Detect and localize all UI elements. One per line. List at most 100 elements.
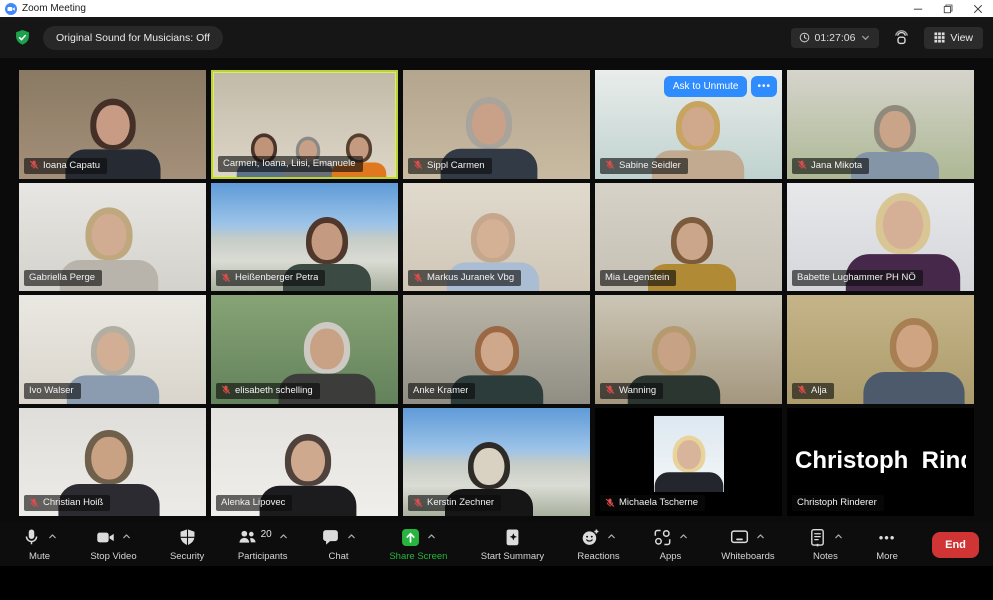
zoom-logo-icon <box>5 3 17 15</box>
participant-name-label: Ioana Capatu <box>24 158 107 174</box>
muted-mic-icon <box>797 385 807 395</box>
participant-name-label: Mia Legenstein <box>600 270 676 286</box>
participant-tile[interactable]: Alja <box>787 295 974 404</box>
muted-mic-icon <box>29 160 39 170</box>
tile-hover-controls: Ask to Unmute••• <box>664 76 777 97</box>
apps-button[interactable]: Apps <box>653 528 688 562</box>
caret-up-icon[interactable] <box>679 532 688 541</box>
meeting-header: Original Sound for Musicians: Off 01:27:… <box>0 17 993 58</box>
participant-name-label: Babette Lughammer PH NÖ <box>792 270 923 286</box>
stop-video-button[interactable]: Stop Video <box>90 528 136 562</box>
caret-up-icon[interactable] <box>756 532 765 541</box>
more-button[interactable]: ••• More <box>876 528 898 562</box>
security-button[interactable]: Security <box>170 528 204 562</box>
toolbar-button-label: Participants <box>238 551 288 562</box>
whiteboards-button[interactable]: Whiteboards <box>721 528 774 562</box>
caret-up-icon[interactable] <box>48 532 57 541</box>
participant-name: Ioana Capatu <box>43 160 100 171</box>
participants-button[interactable]: 20 Participants <box>238 528 288 562</box>
titlebar: Zoom Meeting <box>0 0 993 17</box>
close-button[interactable] <box>963 0 993 17</box>
participant-tile[interactable]: Christoph Rinde... Christoph Rinderer <box>787 408 974 517</box>
muted-mic-icon <box>221 273 231 283</box>
mute-button[interactable]: Mute <box>22 528 57 562</box>
people-icon <box>238 528 257 547</box>
participant-name: Carmen, Ioana, Liisi, Emanuele <box>223 158 356 169</box>
end-button[interactable]: End <box>932 532 979 558</box>
chat-button[interactable]: Chat <box>321 528 356 562</box>
participant-tile[interactable]: Gabriella Perge <box>19 183 206 292</box>
video-icon <box>96 528 115 547</box>
caret-up-icon[interactable] <box>427 532 436 541</box>
participant-tile[interactable]: Mia Legenstein <box>595 183 782 292</box>
meeting-timer[interactable]: 01:27:06 <box>791 28 880 48</box>
summary-icon <box>503 528 522 547</box>
muted-mic-icon <box>413 160 423 170</box>
participant-name-label: elisabeth schelling <box>216 383 320 399</box>
apps-icon <box>653 528 672 547</box>
participant-tile[interactable]: Ioana Capatu <box>19 70 206 179</box>
muted-mic-icon <box>413 498 423 508</box>
participant-tile[interactable]: Alenka Lipovec <box>211 408 398 517</box>
shield-icon <box>178 528 197 547</box>
participant-tile[interactable]: Wanning <box>595 295 782 404</box>
muted-mic-icon <box>797 160 807 170</box>
reactions-button[interactable]: Reactions <box>577 528 619 562</box>
participant-name: Mia Legenstein <box>605 272 669 283</box>
participant-tile[interactable]: Ivo Walser <box>19 295 206 404</box>
video-grid: Ioana Capatu Carmen, Ioana, Liisi, Emanu… <box>0 58 993 522</box>
participant-name: Anke Kramer <box>413 385 468 396</box>
participant-name-label: Alenka Lipovec <box>216 495 292 511</box>
muted-mic-icon <box>605 498 615 508</box>
participant-name: elisabeth schelling <box>235 385 313 396</box>
caret-up-icon[interactable] <box>122 532 131 541</box>
participant-name: Gabriella Perge <box>29 272 95 283</box>
toolbar-button-label: Share Screen <box>389 551 447 562</box>
muted-mic-icon <box>605 385 615 395</box>
participant-tile[interactable]: Michaela Tscherne <box>595 408 782 517</box>
broadcast-icon[interactable] <box>890 26 913 49</box>
participant-big-name: Christoph Rinde... <box>795 447 966 475</box>
whiteboard-icon <box>730 528 749 547</box>
participant-name-label: Christoph Rinderer <box>792 495 884 511</box>
participant-tile[interactable]: Heißenberger Petra <box>211 183 398 292</box>
meeting-toolbar: Mute Stop Video Security 20 Participants <box>0 522 993 566</box>
participant-tile[interactable]: Carmen, Ioana, Liisi, Emanuele <box>211 70 398 179</box>
participant-tile[interactable]: Anke Kramer <box>403 295 590 404</box>
view-button[interactable]: View <box>924 27 983 49</box>
participant-name: Kerstin Zechner <box>427 497 494 508</box>
participant-tile[interactable]: Sippl Carmen <box>403 70 590 179</box>
security-shield-icon[interactable] <box>14 29 31 46</box>
participant-tile[interactable]: Jana Mikota <box>787 70 974 179</box>
participant-tile[interactable]: Sabine Seidler Ask to Unmute••• <box>595 70 782 179</box>
participant-name-label: Sabine Seidler <box>600 158 688 174</box>
toolbar-button-label: Reactions <box>577 551 619 562</box>
participant-tile[interactable]: elisabeth schelling <box>211 295 398 404</box>
original-sound-button[interactable]: Original Sound for Musicians: Off <box>43 26 223 50</box>
participant-name: Michaela Tscherne <box>619 497 698 508</box>
caret-up-icon[interactable] <box>834 532 843 541</box>
caret-up-icon[interactable] <box>607 532 616 541</box>
toolbar-button-label: Start Summary <box>481 551 544 562</box>
toolbar-button-label: Apps <box>660 551 682 562</box>
notes-button[interactable]: Notes <box>808 528 843 562</box>
tile-more-options-button[interactable]: ••• <box>751 76 777 97</box>
share-screen-button[interactable]: Share Screen <box>389 528 447 562</box>
participant-name: Christian Hoiß <box>43 497 103 508</box>
ask-to-unmute-button[interactable]: Ask to Unmute <box>664 76 748 97</box>
participant-tile[interactable]: Markus Juranek Vbg <box>403 183 590 292</box>
caret-up-icon[interactable] <box>279 532 288 541</box>
minimize-button[interactable] <box>903 0 933 17</box>
participant-name-label: Gabriella Perge <box>24 270 102 286</box>
maximize-button[interactable] <box>933 0 963 17</box>
participant-name-label: Sippl Carmen <box>408 158 492 174</box>
participant-name: Jana Mikota <box>811 160 862 171</box>
participant-tile[interactable]: Kerstin Zechner <box>403 408 590 517</box>
zoom-meeting-window: Zoom Meeting Original Sound for Musician… <box>0 0 993 600</box>
caret-up-icon[interactable] <box>347 532 356 541</box>
start-summary-button[interactable]: Start Summary <box>481 528 544 562</box>
caret-down-icon[interactable] <box>860 32 871 43</box>
participant-tile[interactable]: Babette Lughammer PH NÖ <box>787 183 974 292</box>
participant-name-label: Carmen, Ioana, Liisi, Emanuele <box>218 156 363 172</box>
participant-tile[interactable]: Christian Hoiß <box>19 408 206 517</box>
